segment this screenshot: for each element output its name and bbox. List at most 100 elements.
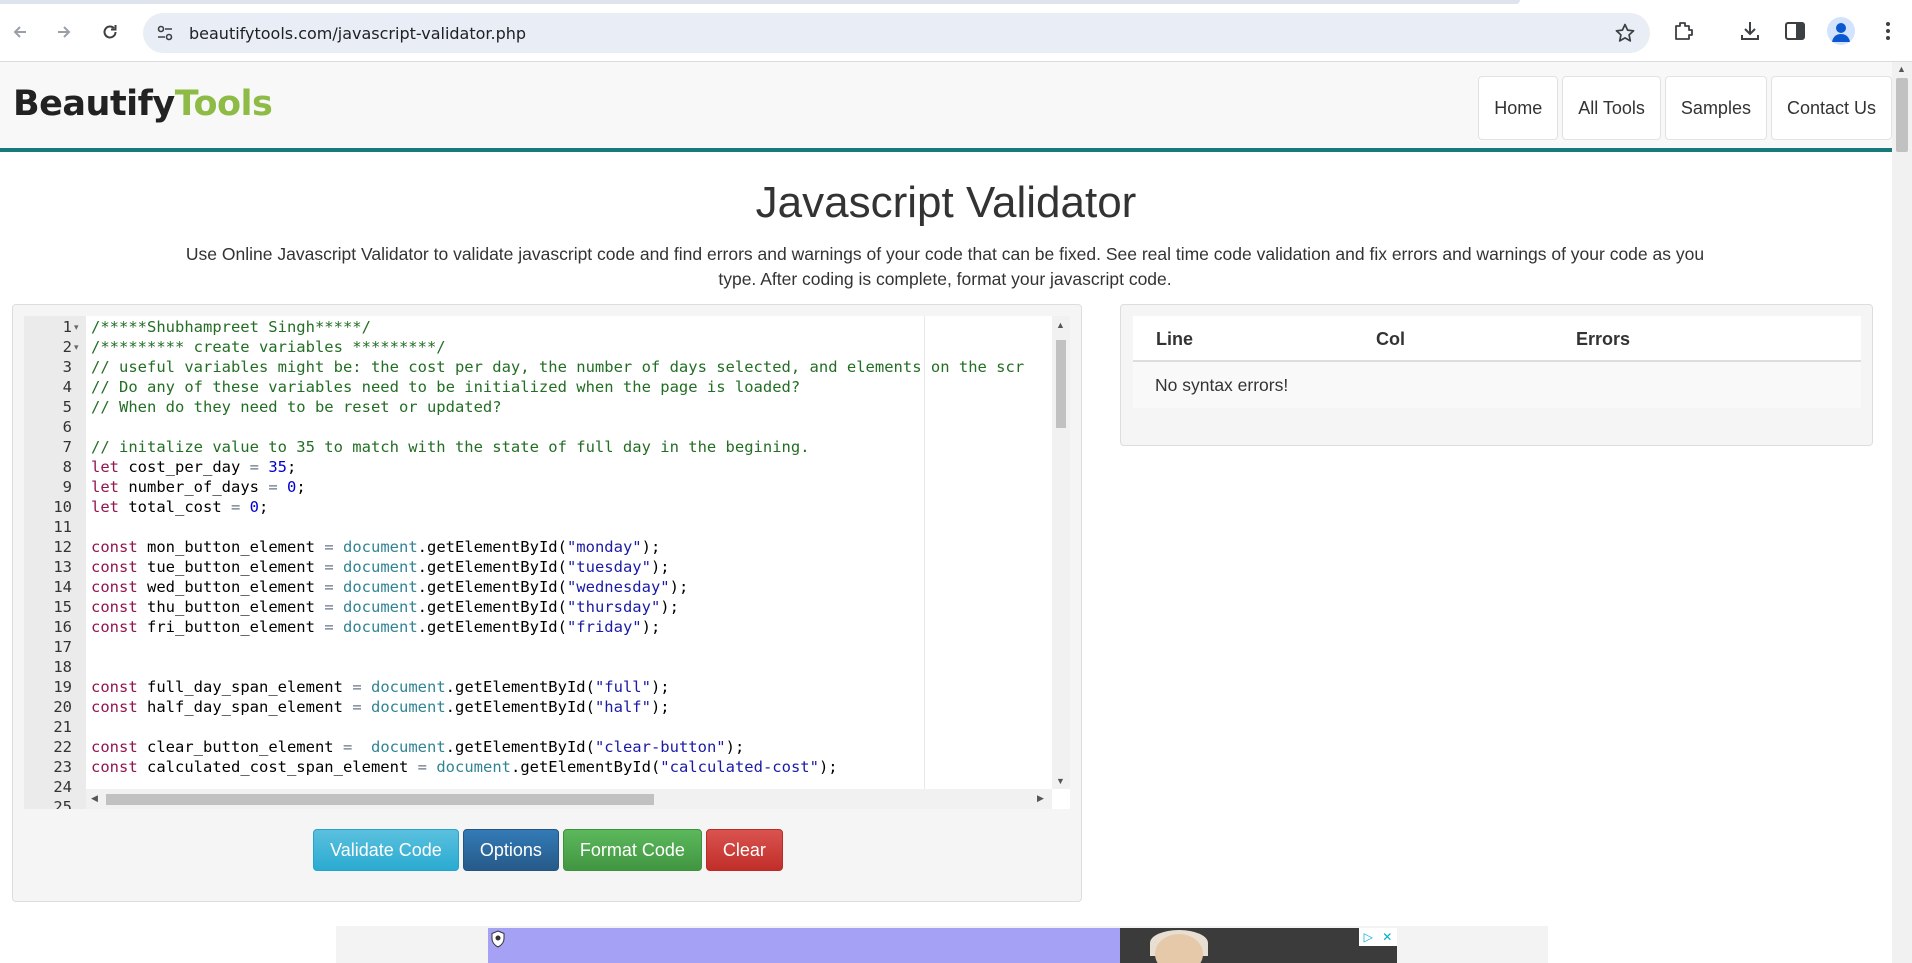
code-line: // Do any of these variables need to be … — [91, 378, 801, 396]
line-number: 18 — [53, 658, 72, 676]
validate-code-button[interactable]: Validate Code — [313, 829, 459, 871]
code-line: /********* create variables *********/ — [91, 338, 446, 356]
line-number: 25 — [53, 798, 72, 809]
side-panel-icon[interactable] — [1783, 19, 1807, 43]
nav-contact-us[interactable]: Contact Us — [1770, 76, 1892, 140]
nav-home[interactable]: Home — [1478, 76, 1559, 140]
errors-table-header: Line Col Errors — [1133, 316, 1861, 362]
site-header: BeautifyTools Home All Tools Samples Con… — [0, 62, 1892, 152]
logo-text-beautify: Beautify — [13, 84, 175, 124]
line-number: 19 — [53, 678, 72, 696]
print-margin — [924, 316, 925, 789]
line-number: 10 — [53, 498, 72, 516]
url-text: beautifytools.com/javascript-validator.p… — [189, 24, 527, 43]
page-scroll-thumb[interactable] — [1896, 78, 1908, 152]
code-editor[interactable]: 1 ▾ 2 ▾ 3 4 5 6 7 8 9 10 11 12 13 14 15 16 17 18 19 20 21 22 23 2… — [24, 316, 1070, 809]
col-header-errors: Errors — [1576, 329, 1631, 349]
line-number: 7 — [62, 438, 72, 456]
code-line: /*****Shubhampreet Singh*****/ — [91, 318, 371, 336]
download-icon[interactable] — [1738, 19, 1762, 43]
tab-strip — [0, 0, 1520, 4]
line-number: 22 — [53, 738, 72, 756]
code-line: const calculated_cost_span_element = doc… — [91, 758, 838, 776]
line-number: 9 — [62, 478, 72, 496]
back-button[interactable] — [6, 18, 34, 46]
ad-banner[interactable]: ▷ ✕ — [488, 928, 1397, 963]
fold-toggle-icon[interactable]: ▾ — [74, 317, 84, 337]
line-number: 13 — [53, 558, 72, 576]
editor-horizontal-scrollbar[interactable]: ◀ ▶ — [86, 789, 1052, 809]
bookmark-star-icon[interactable] — [1614, 22, 1636, 44]
profile-avatar-icon[interactable] — [1827, 17, 1855, 45]
line-number: 14 — [53, 578, 72, 596]
scroll-left-arrow-icon[interactable]: ◀ — [91, 793, 98, 804]
editor-vscroll-thumb[interactable] — [1056, 340, 1066, 428]
line-number: 4 — [62, 378, 72, 396]
code-line: let total_cost = 0; — [91, 498, 269, 516]
code-line: const mon_button_element = document.getE… — [91, 538, 661, 556]
scroll-right-arrow-icon[interactable]: ▶ — [1037, 793, 1044, 804]
code-line: // initalize value to 35 to match with t… — [91, 438, 810, 456]
line-number: 11 — [53, 518, 72, 536]
code-line: const clear_button_element = document.ge… — [91, 738, 745, 756]
arrow-right-icon — [58, 26, 71, 38]
editor-button-bar: Validate Code Options Format Code Clear — [13, 829, 1083, 871]
site-info-icon[interactable] — [155, 23, 175, 43]
browser-toolbar: beautifytools.com/javascript-validator.p… — [0, 0, 1912, 62]
line-number: 5 — [62, 398, 72, 416]
line-number: 20 — [53, 698, 72, 716]
col-header-col: Col — [1376, 329, 1405, 349]
extensions-icon[interactable] — [1672, 19, 1696, 43]
line-number: 8 — [62, 458, 72, 476]
code-line: const thu_button_element = document.getE… — [91, 598, 679, 616]
ad-choices-icon[interactable]: ▷ ✕ — [1359, 928, 1397, 946]
nav-all-tools[interactable]: All Tools — [1562, 76, 1661, 140]
editor-vertical-scrollbar[interactable]: ▲ ▼ — [1052, 316, 1070, 789]
clear-button[interactable]: Clear — [705, 829, 783, 871]
line-number-gutter: 1 ▾ 2 ▾ 3 4 5 6 7 8 9 10 11 12 13 14 15 16 17 18 19 20 21 22 23 2… — [24, 316, 86, 809]
no-errors-message: No syntax errors! — [1155, 375, 1289, 395]
code-line: const wed_button_element = document.getE… — [91, 578, 689, 596]
line-number: 3 — [62, 358, 72, 376]
page-intro: Use Online Javascript Validator to valid… — [185, 244, 1705, 289]
scroll-down-arrow-icon[interactable]: ▼ — [1056, 776, 1065, 786]
main-nav: Home All Tools Samples Contact Us — [1474, 76, 1892, 140]
code-line: let number_of_days = 0; — [91, 478, 306, 496]
code-line: const tue_button_element = document.getE… — [91, 558, 670, 576]
line-number: 21 — [53, 718, 72, 736]
code-line: // When do they need to be reset or upda… — [91, 398, 502, 416]
format-code-button[interactable]: Format Code — [562, 829, 702, 871]
page-scrollbar[interactable]: ▲ — [1892, 62, 1912, 963]
code-line: const fri_button_element = document.getE… — [91, 618, 661, 636]
code-line: let cost_per_day = 35; — [91, 458, 297, 476]
page-title: Javascript Validator — [755, 178, 1137, 227]
fold-toggle-icon[interactable]: ▾ — [74, 337, 84, 357]
errors-panel: Line Col Errors No syntax errors! — [1120, 304, 1873, 446]
line-number: 23 — [53, 758, 72, 776]
address-bar[interactable]: beautifytools.com/javascript-validator.p… — [143, 13, 1650, 53]
line-number: 15 — [53, 598, 72, 616]
line-number: 12 — [53, 538, 72, 556]
nav-samples[interactable]: Samples — [1664, 76, 1767, 140]
code-line: const half_day_span_element = document.g… — [91, 698, 670, 716]
reload-button[interactable] — [96, 18, 124, 46]
code-text-area[interactable]: /*****Shubhampreet Singh*****/ /*********… — [86, 316, 1052, 789]
col-header-line: Line — [1156, 329, 1194, 349]
editor-hscroll-thumb[interactable] — [106, 794, 654, 805]
line-number: 1 — [62, 318, 72, 336]
page-scroll-up-icon[interactable]: ▲ — [1897, 64, 1906, 74]
errors-table: Line Col Errors No syntax errors! — [1133, 316, 1861, 408]
ad-shield-icon — [491, 930, 505, 948]
forward-button[interactable] — [50, 18, 78, 46]
more-menu-icon[interactable] — [1876, 19, 1900, 43]
options-button[interactable]: Options — [462, 829, 559, 871]
line-number: 6 — [62, 418, 72, 436]
code-line: const full_day_span_element = document.g… — [91, 678, 670, 696]
ad-container: ▷ ✕ — [336, 926, 1548, 963]
line-number: 17 — [53, 638, 72, 656]
ad-image: ▷ ✕ — [1120, 928, 1397, 963]
scroll-up-arrow-icon[interactable]: ▲ — [1056, 320, 1065, 330]
site-logo[interactable]: BeautifyTools — [13, 84, 273, 124]
table-row: No syntax errors! — [1133, 362, 1861, 408]
line-number: 16 — [53, 618, 72, 636]
